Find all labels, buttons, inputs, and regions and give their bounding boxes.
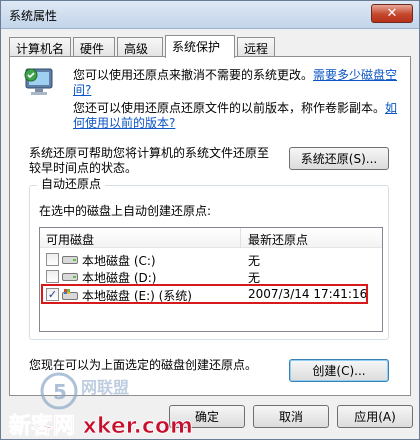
highlight-annotation [41, 284, 368, 304]
disk-row-d[interactable]: 本地磁盘 (D:) 无 [40, 268, 382, 285]
create-restore-point-button[interactable]: 创建(C)... [289, 359, 389, 382]
intro-text-2: 您还可以使用还原点还原文件的以前版本，称作卷影副本。 [73, 101, 386, 115]
restore-description-2: 较早时间点的状态。 [29, 161, 138, 175]
title-bar[interactable]: 系统属性 ✕ [1, 1, 419, 29]
cancel-button[interactable]: 取消 [253, 405, 329, 428]
disk-list-header: 可用磁盘 最新还原点 [40, 228, 382, 248]
previous-versions-link-cont[interactable]: 何使用以前的版本? [73, 116, 175, 131]
tab-remote[interactable]: 远程 [237, 37, 275, 57]
intro-text-1: 您可以使用还原点来撤消不需要的系统更改。 [73, 68, 314, 82]
auto-restore-subtitle: 在选中的磁盘上自动创建还原点: [39, 204, 212, 218]
disk-list[interactable]: 可用磁盘 最新还原点 本地磁盘 (C:) 无 本地磁盘 (D:) 无 ✓ 本地磁… [39, 227, 383, 332]
disk-row-c[interactable]: 本地磁盘 (C:) 无 [40, 251, 382, 268]
apply-button[interactable]: 应用(A) [337, 405, 413, 428]
watermark-text: 新客网 xker.com [9, 413, 193, 439]
disk-space-help-link[interactable]: 需要多少磁盘空 [313, 68, 397, 82]
restore-description-1: 系统还原可帮助您将计算机的系统文件还原至 [29, 146, 270, 160]
column-header-latest[interactable]: 最新还原点 [248, 231, 308, 248]
ok-button[interactable]: 确定 [169, 405, 245, 428]
hard-drive-icon [62, 273, 78, 281]
tab-strip: 计算机名 硬件 高级 系统保护 远程 [9, 35, 411, 58]
column-separator [240, 228, 241, 248]
tab-system-protection[interactable]: 系统保护 [165, 35, 235, 58]
hard-drive-icon [62, 256, 78, 264]
tab-advanced[interactable]: 高级 [117, 37, 163, 57]
disk-c-checkbox[interactable] [46, 253, 59, 266]
create-description: 您现在可以为上面选定的磁盘创建还原点。 [29, 358, 258, 372]
disk-d-checkbox[interactable] [46, 270, 59, 283]
intro-line-1: 您可以使用还原点来撤消不需要的系统更改。需要多少磁盘空 [73, 68, 397, 83]
disk-c-name: 本地磁盘 (C:) [82, 254, 156, 268]
previous-versions-link[interactable]: 如 [385, 101, 397, 115]
system-properties-window: 系统属性 ✕ 计算机名 硬件 高级 系统保护 远程 您可以使用还原点来撤消不需要… [0, 0, 420, 440]
close-button[interactable]: ✕ [371, 4, 413, 23]
intro-line-2: 您还可以使用还原点还原文件的以前版本，称作卷影副本。如 [73, 101, 397, 116]
auto-restore-group-label: 自动还原点 [37, 177, 106, 192]
disk-space-help-link-cont[interactable]: 间? [73, 83, 91, 98]
column-header-disk[interactable]: 可用磁盘 [46, 231, 94, 248]
tab-computer-name[interactable]: 计算机名 [9, 37, 71, 57]
computer-shield-icon [24, 68, 53, 95]
system-restore-button[interactable]: 系统还原(S)... [289, 147, 389, 170]
window-title: 系统属性 [9, 9, 58, 23]
tab-hardware[interactable]: 硬件 [73, 37, 115, 57]
disk-c-latest: 无 [248, 254, 261, 268]
